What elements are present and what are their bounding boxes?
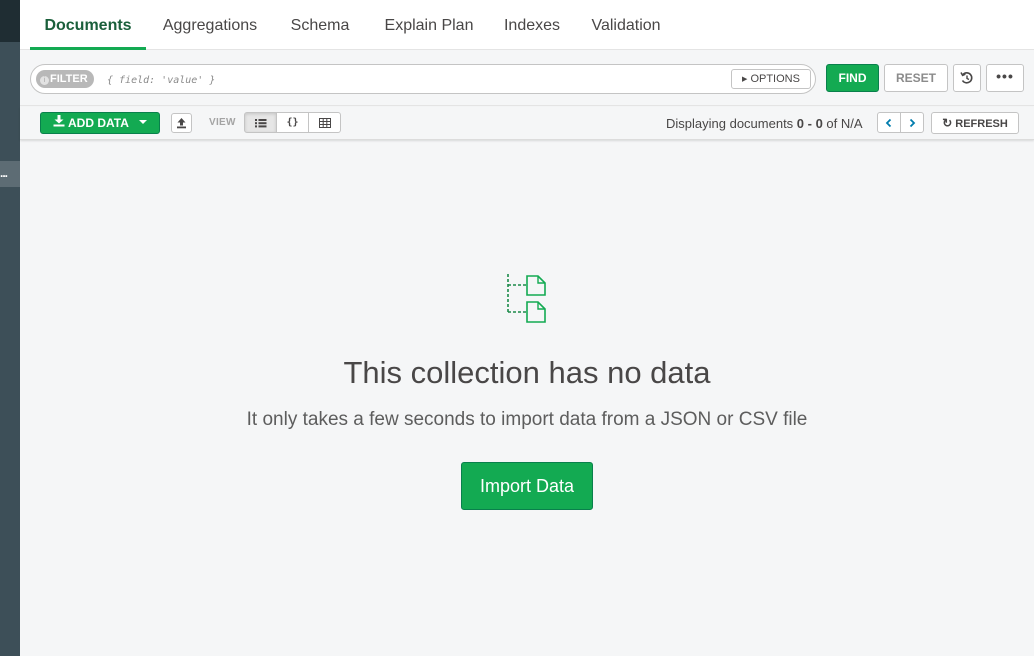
documents-toolbar: ADD DATA VIEW {} Displaying documents 0 … <box>20 107 1034 140</box>
more-options-button[interactable]: ••• <box>986 64 1024 92</box>
chevron-right-icon <box>909 118 916 127</box>
upload-icon <box>177 118 186 129</box>
pagination <box>877 112 924 133</box>
collection-tabs: Documents Aggregations Schema Explain Pl… <box>20 0 1034 50</box>
download-icon <box>53 115 65 127</box>
import-data-button[interactable]: Import Data <box>461 462 593 510</box>
options-button[interactable]: ▶ OPTIONS <box>731 69 811 89</box>
documents-icon <box>507 274 546 323</box>
list-view-button[interactable] <box>244 112 277 133</box>
info-icon: i <box>40 76 49 85</box>
add-data-button[interactable]: ADD DATA <box>40 112 160 134</box>
document-total: of N/A <box>822 116 863 131</box>
displaying-prefix: Displaying documents <box>666 116 797 131</box>
view-switcher: {} <box>244 112 341 133</box>
tab-aggregations[interactable]: Aggregations <box>155 0 265 50</box>
document-count-text: Displaying documents 0 - 0 of N/A <box>666 116 863 131</box>
sidebar-header <box>0 0 20 42</box>
previous-page-button[interactable] <box>877 112 901 133</box>
tab-explain-plan[interactable]: Explain Plan <box>375 0 483 50</box>
export-collection-button[interactable] <box>171 113 192 133</box>
refresh-button[interactable]: ↻ REFRESH <box>931 112 1019 134</box>
table-icon <box>318 117 331 128</box>
braces-icon: {} <box>286 117 299 128</box>
empty-state-subtitle: It only takes a few seconds to import da… <box>246 409 808 430</box>
tab-indexes[interactable]: Indexes <box>498 0 566 50</box>
filter-pill: i FILTER <box>36 70 94 88</box>
sidebar: ... <box>0 0 20 656</box>
sidebar-menu-button[interactable]: ... <box>0 161 20 187</box>
filter-input[interactable] <box>107 71 707 89</box>
find-button[interactable]: FIND <box>826 64 879 92</box>
empty-state: This collection has no data It only take… <box>20 141 1034 656</box>
caret-right-icon: ▶ <box>742 76 748 83</box>
view-label: VIEW <box>209 117 236 128</box>
empty-state-title: This collection has no data <box>343 355 711 390</box>
filter-label: FILTER <box>50 73 88 85</box>
tab-validation[interactable]: Validation <box>586 0 666 50</box>
tab-documents[interactable]: Documents <box>30 0 146 50</box>
caret-down-icon <box>139 120 147 124</box>
next-page-button[interactable] <box>900 112 924 133</box>
tab-schema[interactable]: Schema <box>284 0 356 50</box>
document-range: 0 - 0 <box>796 116 823 131</box>
query-history-button[interactable] <box>953 64 981 92</box>
chevron-left-icon <box>885 118 892 127</box>
list-icon <box>254 118 266 127</box>
table-view-button[interactable] <box>308 112 341 133</box>
refresh-label: REFRESH <box>955 118 1008 130</box>
query-bar: iFILTER ▶OPTIONS FIND RESET ••• <box>20 51 1034 106</box>
ellipsis-icon: ... <box>0 166 8 180</box>
filter-box: iFILTER ▶OPTIONS <box>30 64 816 94</box>
history-icon <box>960 72 973 84</box>
options-label: OPTIONS <box>750 73 800 85</box>
json-view-button[interactable]: {} <box>276 112 309 133</box>
add-data-label: ADD DATA <box>68 116 129 130</box>
reset-button[interactable]: RESET <box>884 64 948 92</box>
refresh-icon: ↻ <box>942 116 953 130</box>
